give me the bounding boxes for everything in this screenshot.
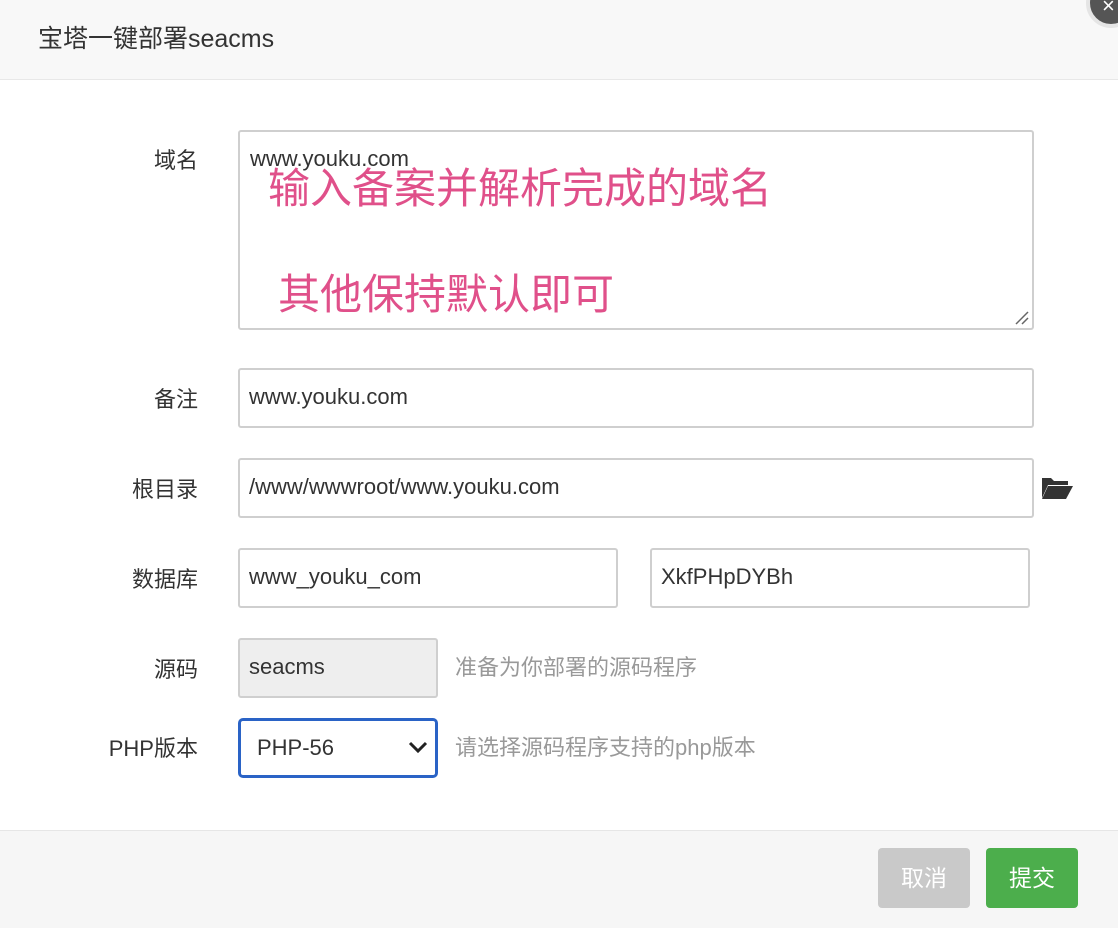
resize-handle-icon[interactable] (1014, 310, 1030, 326)
database-password-input[interactable]: XkfPHpDYBh (650, 548, 1030, 608)
database-label: 数据库 (131, 567, 198, 592)
cancel-button[interactable]: 取消 (878, 848, 970, 908)
chevron-down-icon (408, 741, 428, 754)
source-label: 源码 (153, 657, 198, 682)
php-version-hint: 请选择源码程序支持的php版本 (455, 735, 756, 760)
root-dir-label: 根目录 (131, 477, 198, 502)
domain-textarea[interactable]: www.youku.com 输入备案并解析完成的域名 其他保持默认即可 (238, 130, 1034, 330)
database-name-input[interactable]: www_youku_com (238, 548, 618, 608)
domain-annotation-line2: 其他保持默认即可 (278, 271, 615, 318)
php-version-value: PHP-56 (257, 735, 335, 760)
source-input: seacms (238, 638, 438, 698)
php-version-label: PHP版本 (108, 736, 198, 761)
domain-annotation-line1: 输入备案并解析完成的域名 (268, 165, 773, 212)
remark-label: 备注 (153, 387, 198, 412)
folder-open-icon[interactable] (1040, 474, 1074, 502)
submit-button[interactable]: 提交 (986, 848, 1078, 908)
domain-label: 域名 (153, 148, 198, 173)
dialog-header: 宝塔一键部署seacms (0, 0, 1118, 80)
remark-input[interactable]: www.youku.com (238, 368, 1034, 428)
root-dir-input[interactable]: /www/wwwroot/www.youku.com (238, 458, 1034, 518)
php-version-select[interactable]: PHP-56 (238, 718, 438, 778)
close-icon: × (1102, 0, 1115, 18)
source-hint: 准备为你部署的源码程序 (455, 655, 698, 680)
dialog-title: 宝塔一键部署seacms (38, 25, 275, 53)
